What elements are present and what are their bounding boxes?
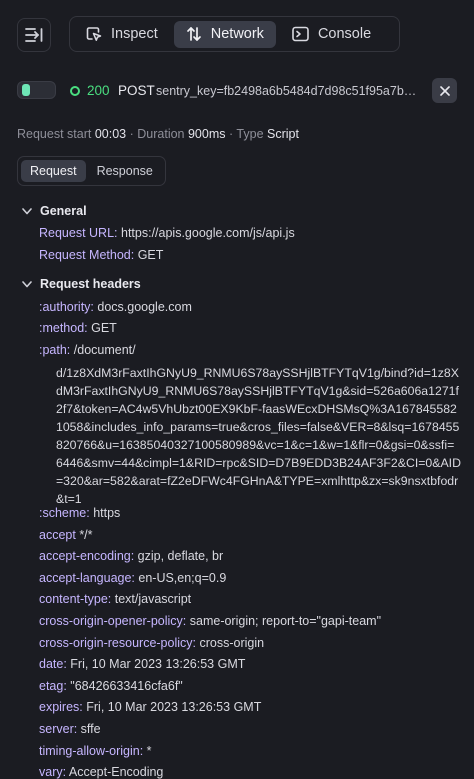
tab-inspect[interactable]: Inspect bbox=[74, 21, 170, 48]
request-method-key: Request Method: bbox=[39, 248, 135, 262]
request-headers-section-toggle[interactable]: Request headers bbox=[22, 277, 141, 291]
general-section-title: General bbox=[40, 204, 87, 218]
request-url-row: Request URL: https://apis.google.com/js/… bbox=[39, 226, 295, 240]
request-start-value: 00:03 bbox=[94, 127, 127, 141]
request-url-key: Request URL: bbox=[39, 226, 118, 240]
header-value: "68426633416cfa6f" bbox=[66, 678, 183, 693]
header-key: content-type: bbox=[39, 592, 112, 607]
header-value: sffe bbox=[77, 722, 101, 736]
header-row: accept-encoding: gzip, deflate, br bbox=[39, 549, 223, 563]
header-value: https bbox=[89, 506, 121, 520]
request-toggle[interactable] bbox=[17, 81, 56, 99]
request-meta: Request start 00:03 · Duration 900ms · T… bbox=[17, 127, 299, 141]
meta-separator: · bbox=[229, 127, 234, 141]
header-key: vary: bbox=[39, 765, 67, 779]
header-value: docs.google.com bbox=[97, 300, 192, 314]
request-method: POST bbox=[118, 83, 155, 98]
header-key: accept bbox=[39, 527, 76, 542]
tab-console[interactable]: Console bbox=[280, 21, 383, 48]
header-row: cross-origin-resource-policy: cross-orig… bbox=[39, 636, 264, 650]
header-key: date: bbox=[39, 657, 67, 672]
tab-network[interactable]: Network bbox=[173, 20, 276, 48]
duration-value: 900ms bbox=[187, 127, 226, 141]
header-row: :authority: docs.google.com bbox=[39, 300, 192, 314]
type-label: Type bbox=[236, 127, 264, 141]
header-key: :authority: bbox=[39, 300, 94, 314]
request-start-label: Request start bbox=[17, 127, 92, 141]
status-dot-icon bbox=[70, 86, 80, 96]
request-method-row: Request Method: GET bbox=[39, 248, 163, 262]
header-key: cross-origin-resource-policy: bbox=[39, 635, 196, 650]
type-value: Script bbox=[267, 127, 299, 141]
general-section-toggle[interactable]: General bbox=[22, 204, 87, 218]
header-value: gzip, deflate, br bbox=[134, 549, 224, 564]
header-row: etag: "68426633416cfa6f" bbox=[39, 679, 183, 693]
header-row: accept */* bbox=[39, 528, 93, 542]
header-row: content-type: text/javascript bbox=[39, 592, 191, 606]
request-method-value: GET bbox=[137, 248, 164, 262]
meta-separator: · bbox=[129, 127, 134, 141]
sidebar-toggle-button[interactable] bbox=[17, 18, 51, 52]
request-response-tabs: Request Response bbox=[17, 156, 166, 186]
header-row: accept-language: en-US,en;q=0.9 bbox=[39, 571, 226, 585]
top-toolbar: Inspect Network Console bbox=[17, 16, 457, 52]
chevron-down-icon bbox=[22, 280, 32, 287]
header-value: GET bbox=[91, 321, 117, 335]
header-value: * bbox=[143, 743, 152, 758]
request-url: sentry_key=fb2498a6b5484d7d98c51f95a7b… bbox=[156, 84, 417, 98]
header-value: en-US,en;q=0.9 bbox=[134, 570, 227, 585]
header-key: accept-encoding: bbox=[39, 549, 135, 564]
request-summary-row[interactable]: 200 POST sentry_key=fb2498a6b5484d7d98c5… bbox=[17, 78, 457, 104]
header-key: :scheme: bbox=[39, 506, 90, 520]
devtools-tabs: Inspect Network Console bbox=[69, 16, 400, 52]
header-value: Fri, 10 Mar 2023 13:26:53 GMT bbox=[66, 657, 246, 672]
header-row: timing-allow-origin: * bbox=[39, 744, 152, 758]
header-value: Accept-Encoding bbox=[66, 765, 164, 779]
header-row: :method: GET bbox=[39, 321, 117, 335]
tab-network-label: Network bbox=[210, 26, 264, 42]
header-value: same-origin; report-to="gapi-team" bbox=[186, 614, 382, 628]
duration-label: Duration bbox=[137, 127, 185, 141]
header-key: expires: bbox=[39, 700, 83, 715]
header-value: text/javascript bbox=[111, 592, 192, 607]
header-row: :path: /document/ bbox=[39, 343, 136, 357]
network-icon bbox=[186, 27, 201, 41]
path-value-continued: d/1z8XdM3rFaxtIhGNyU9_RNMU6S78aySSHjlBTF… bbox=[56, 366, 461, 506]
close-icon bbox=[439, 85, 450, 96]
tab-response[interactable]: Response bbox=[88, 160, 162, 182]
close-button[interactable] bbox=[432, 78, 457, 103]
status-code: 200 bbox=[87, 83, 110, 98]
header-row: date: Fri, 10 Mar 2023 13:26:53 GMT bbox=[39, 657, 245, 671]
toggle-knob bbox=[22, 84, 30, 96]
header-row: vary: Accept-Encoding bbox=[39, 765, 163, 779]
tab-request[interactable]: Request bbox=[21, 160, 86, 182]
header-row: expires: Fri, 10 Mar 2023 13:26:53 GMT bbox=[39, 700, 261, 714]
header-row: cross-origin-opener-policy: same-origin;… bbox=[39, 614, 381, 628]
header-key: :path: bbox=[39, 343, 71, 357]
header-row: server: sffe bbox=[39, 722, 101, 736]
header-key: server: bbox=[39, 722, 78, 736]
header-key: timing-allow-origin: bbox=[39, 743, 144, 758]
sidebar-toggle-icon bbox=[25, 28, 43, 42]
header-key: :method: bbox=[39, 321, 88, 335]
request-headers-title: Request headers bbox=[40, 277, 141, 291]
request-url-value: https://apis.google.com/js/api.js bbox=[121, 226, 295, 240]
header-value: */* bbox=[75, 527, 93, 542]
header-key: etag: bbox=[39, 678, 67, 693]
header-row: :scheme: https bbox=[39, 506, 120, 520]
inspect-icon bbox=[86, 27, 102, 41]
console-icon bbox=[292, 26, 309, 42]
chevron-down-icon bbox=[22, 207, 32, 214]
header-value: Fri, 10 Mar 2023 13:26:53 GMT bbox=[82, 700, 262, 715]
header-key: accept-language: bbox=[39, 570, 135, 585]
tab-inspect-label: Inspect bbox=[111, 26, 158, 42]
tab-console-label: Console bbox=[317, 26, 372, 42]
header-value: /document/ bbox=[73, 343, 136, 357]
header-key: cross-origin-opener-policy: bbox=[39, 614, 187, 628]
header-value: cross-origin bbox=[196, 635, 265, 650]
